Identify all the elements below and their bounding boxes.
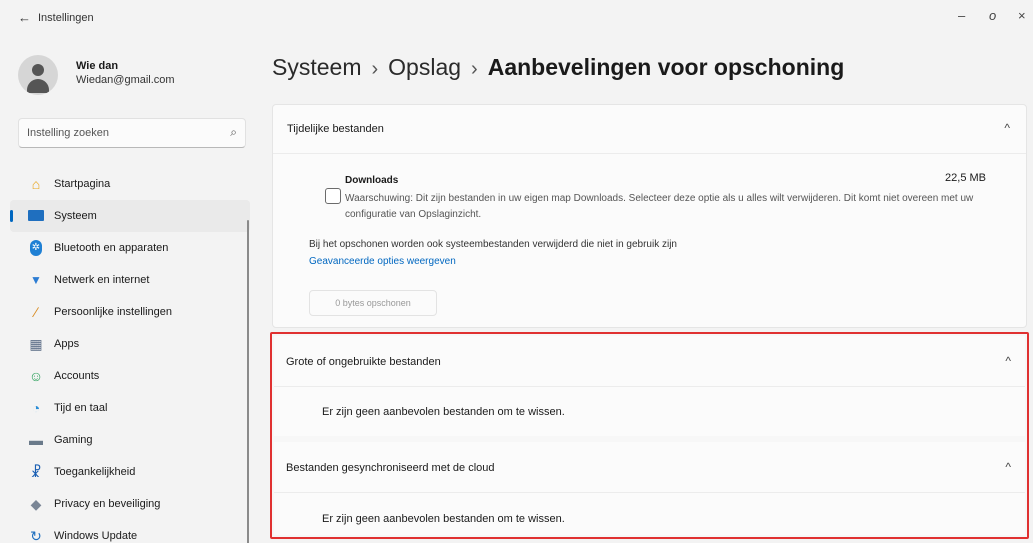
update-icon: ↻ bbox=[30, 528, 42, 543]
sidebar-item-accounts[interactable]: ☺ Accounts bbox=[10, 360, 250, 392]
maximize-button[interactable]: o bbox=[989, 8, 996, 23]
apps-icon: ▦ bbox=[29, 336, 43, 352]
profile-name: Wie dan bbox=[76, 60, 119, 72]
downloads-description: Waarschuwing: Dit zijn bestanden in uw e… bbox=[345, 193, 974, 220]
cloud-files-title: Bestanden gesynchroniseerd met de cloud bbox=[286, 462, 495, 474]
user-profile[interactable]: Wie dan Wiedan@gmail.com bbox=[18, 50, 258, 100]
temp-files-title: Tijdelijke bestanden bbox=[287, 123, 384, 135]
breadcrumb: Systeem › Opslag › Aanbevelingen voor opscho… bbox=[272, 54, 844, 81]
temp-files-card: Tijdelijke bestanden ^ Downloads 22,5 MB… bbox=[272, 104, 1027, 328]
search-placeholder: Instelling zoeken bbox=[27, 127, 109, 139]
sidebar-item-startpagina[interactable]: ⌂ Startpagina bbox=[10, 168, 250, 200]
sidebar: Wie dan Wiedan@gmail.com Instelling zoek… bbox=[0, 40, 265, 543]
downloads-size: 22,5 MB bbox=[945, 172, 986, 184]
breadcrumb-separator-icon: › bbox=[471, 58, 478, 80]
sidebar-item-apps[interactable]: ▦ Apps bbox=[10, 328, 250, 360]
accounts-icon: ☺ bbox=[28, 368, 44, 384]
gaming-icon: ▬ bbox=[29, 432, 43, 448]
system-icon bbox=[28, 210, 44, 221]
sidebar-item-gaming[interactable]: ▬ Gaming bbox=[10, 424, 250, 456]
large-files-title: Grote of ongebruikte bestanden bbox=[286, 356, 441, 368]
network-icon: ▼ bbox=[30, 273, 42, 287]
cloud-files-empty-message: Er zijn geen aanbevolen bestanden om te … bbox=[322, 513, 565, 525]
sidebar-item-personalization[interactable]: ∕ Persoonlijke instellingen bbox=[10, 296, 250, 328]
active-indicator bbox=[10, 210, 13, 222]
breadcrumb-systeem[interactable]: Systeem bbox=[272, 54, 361, 80]
chevron-up-icon[interactable]: ^ bbox=[1005, 460, 1011, 474]
close-button[interactable]: × bbox=[1018, 8, 1026, 23]
sidebar-item-accessibility[interactable]: ☧ Toegankelijkheid bbox=[10, 456, 250, 488]
sidebar-item-windows-update[interactable]: ↻ Windows Update bbox=[10, 520, 250, 543]
advanced-options-link[interactable]: Geavanceerde opties weergeven bbox=[309, 256, 456, 267]
sidebar-item-label: Systeem bbox=[54, 210, 97, 222]
breadcrumb-opslag[interactable]: Opslag bbox=[388, 54, 461, 80]
cloud-files-section: Bestanden gesynchroniseerd met de cloud … bbox=[274, 442, 1025, 535]
shield-icon: ◆ bbox=[30, 496, 42, 512]
bluetooth-icon: ✲ bbox=[30, 240, 42, 256]
sidebar-item-label: Bluetooth en apparaten bbox=[54, 242, 169, 254]
large-files-section: Grote of ongebruikte bestanden ^ Er zijn… bbox=[274, 336, 1025, 436]
sidebar-item-systeem[interactable]: Systeem bbox=[10, 200, 250, 232]
sidebar-item-label: Netwerk en internet bbox=[54, 274, 150, 286]
downloads-label: Downloads bbox=[345, 175, 399, 186]
search-input[interactable]: Instelling zoeken ⌕ bbox=[18, 118, 246, 148]
profile-email: Wiedan@gmail.com bbox=[76, 74, 175, 86]
sidebar-item-time-language[interactable]: ◔ Tijd en taal bbox=[10, 392, 250, 424]
system-files-note: Bij het opschonen worden ook systeembest… bbox=[309, 239, 677, 250]
large-files-header[interactable]: Grote of ongebruikte bestanden ^ bbox=[274, 336, 1025, 386]
temp-files-header[interactable]: Tijdelijke bestanden ^ bbox=[273, 105, 1026, 153]
sidebar-item-bluetooth[interactable]: ✲ Bluetooth en apparaten bbox=[10, 232, 250, 264]
highlighted-region: Grote of ongebruikte bestanden ^ Er zijn… bbox=[270, 332, 1029, 539]
home-icon: ⌂ bbox=[31, 176, 41, 192]
sidebar-item-label: Privacy en beveiliging bbox=[54, 498, 161, 510]
large-files-empty-message: Er zijn geen aanbevolen bestanden om te … bbox=[322, 406, 565, 418]
minimize-button[interactable]: – bbox=[958, 8, 965, 23]
chevron-up-icon[interactable]: ^ bbox=[1005, 354, 1011, 368]
sidebar-item-label: Toegankelijkheid bbox=[54, 466, 136, 478]
cleanup-button[interactable]: 0 bytes opschonen bbox=[309, 290, 437, 316]
sidebar-item-network[interactable]: ▼ Netwerk en internet bbox=[10, 264, 250, 296]
title-bar: ← Instellingen – o × bbox=[0, 0, 1033, 40]
sidebar-item-label: Windows Update bbox=[54, 530, 138, 542]
sidebar-item-label: Gaming bbox=[54, 434, 93, 446]
sidebar-nav: ⌂ Startpagina Systeem ✲ Bluetooth en app… bbox=[10, 168, 250, 543]
breadcrumb-separator-icon: › bbox=[371, 58, 379, 80]
sidebar-scrollbar[interactable] bbox=[247, 220, 249, 543]
downloads-checkbox[interactable] bbox=[325, 188, 341, 204]
search-icon[interactable]: ⌕ bbox=[230, 125, 237, 140]
sidebar-item-label: Accounts bbox=[54, 370, 100, 382]
back-arrow-icon[interactable]: ← bbox=[18, 10, 31, 25]
avatar bbox=[18, 55, 58, 95]
sidebar-item-label: Apps bbox=[54, 338, 80, 350]
brush-icon: ∕ bbox=[34, 304, 38, 320]
chevron-up-icon[interactable]: ^ bbox=[1004, 121, 1010, 135]
cloud-files-header[interactable]: Bestanden gesynchroniseerd met de cloud … bbox=[274, 442, 1025, 492]
sidebar-item-label: Startpagina bbox=[54, 178, 111, 190]
time-language-icon: ◔ bbox=[31, 400, 41, 416]
app-title: Instellingen bbox=[38, 12, 94, 24]
sidebar-item-label: Persoonlijke instellingen bbox=[54, 306, 173, 318]
sidebar-item-label: Tijd en taal bbox=[54, 402, 108, 414]
sidebar-item-privacy[interactable]: ◆ Privacy en beveiliging bbox=[10, 488, 250, 520]
accessibility-icon: ☧ bbox=[30, 464, 42, 480]
page-title: Aanbevelingen voor opschoning bbox=[487, 54, 845, 80]
